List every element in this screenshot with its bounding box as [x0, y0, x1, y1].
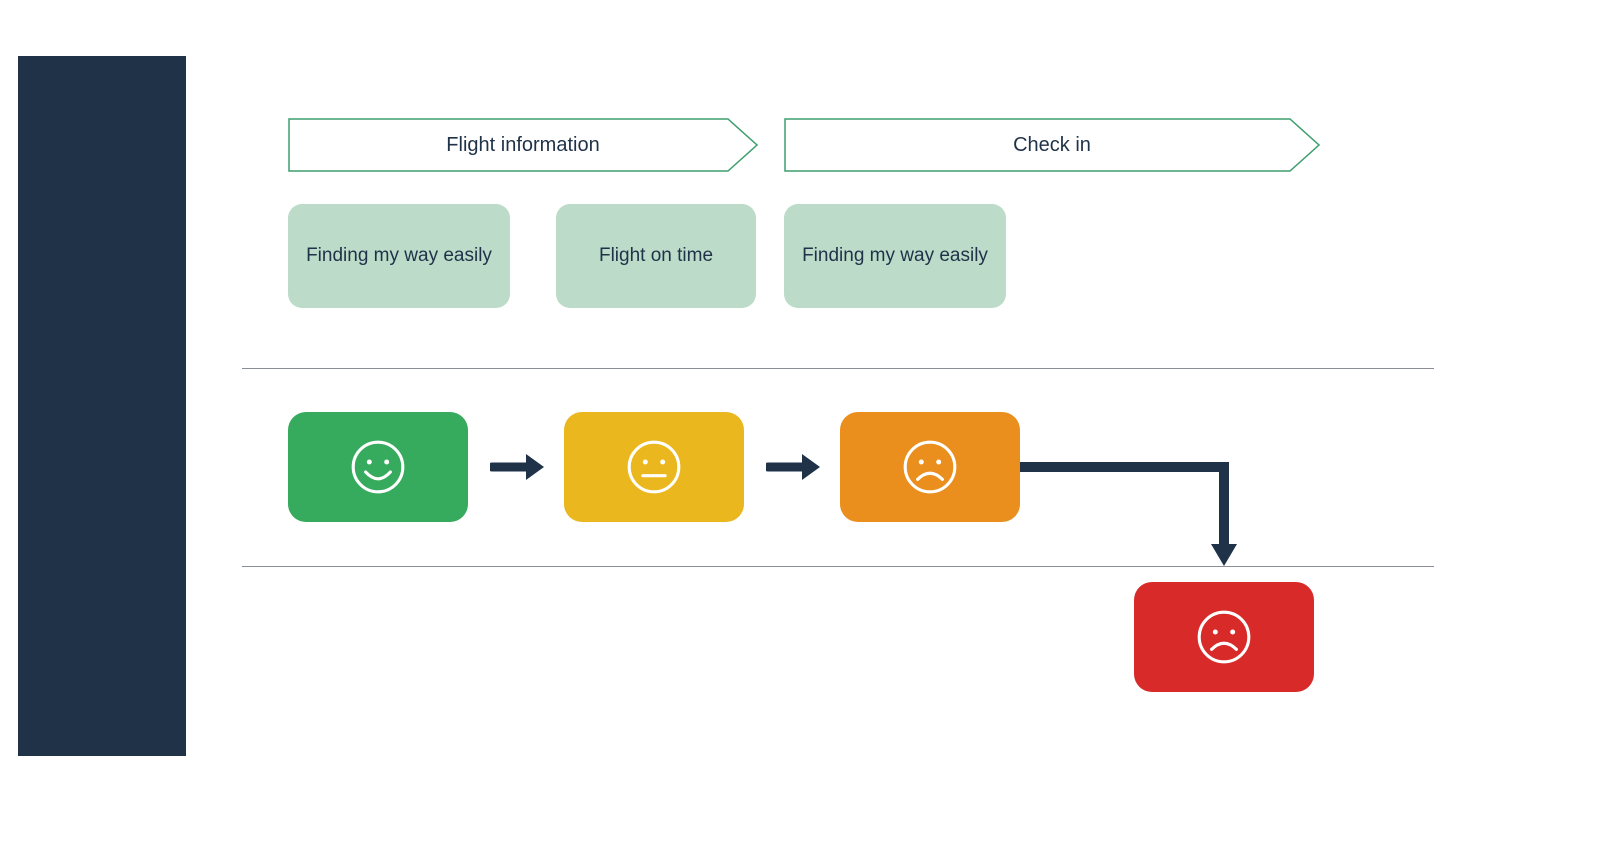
phase-label: Flight information: [446, 134, 599, 157]
phase-check-in: Check in: [784, 118, 1320, 172]
face-happy: [288, 412, 468, 522]
subcard-finding-way-2: Finding my way easily: [784, 204, 1006, 308]
sad-face-icon: [899, 436, 961, 498]
phase-flight-information: Flight information: [288, 118, 758, 172]
divider-bottom: [242, 566, 1434, 567]
subcard-flight-on-time: Flight on time: [556, 204, 756, 308]
face-sad-orange: [840, 412, 1020, 522]
subcard-finding-way-1: Finding my way easily: [288, 204, 510, 308]
subcard-label: Finding my way easily: [306, 245, 492, 267]
diagram-canvas: Flight information Check in Finding my w…: [186, 0, 1616, 842]
arrow-2: [766, 452, 820, 482]
arrow-right-icon: [766, 452, 820, 482]
left-sidebar: [18, 56, 186, 756]
connector-l-arrow: [1020, 462, 1246, 574]
subcard-label: Finding my way easily: [802, 245, 988, 267]
sad-face-icon: [1193, 606, 1255, 668]
divider-top: [242, 368, 1434, 369]
neutral-face-icon: [623, 436, 685, 498]
subcard-label: Flight on time: [599, 245, 713, 267]
arrow-1: [490, 452, 544, 482]
phase-label: Check in: [1013, 134, 1091, 157]
face-sad-red: [1134, 582, 1314, 692]
happy-face-icon: [347, 436, 409, 498]
arrow-right-icon: [490, 452, 544, 482]
face-neutral: [564, 412, 744, 522]
